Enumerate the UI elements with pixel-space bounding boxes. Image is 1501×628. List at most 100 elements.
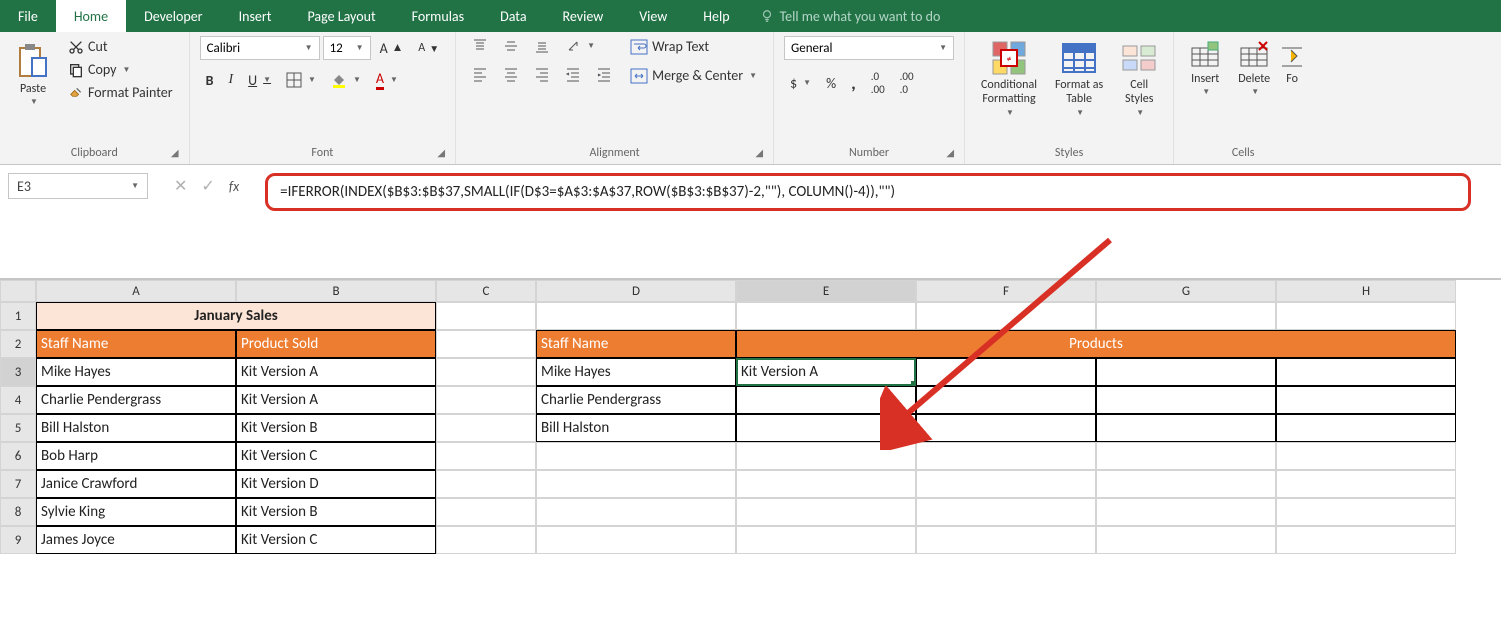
conditional-formatting-button[interactable]: ≠ Conditional Formatting▼ — [975, 36, 1043, 122]
cell-d4[interactable]: Charlie Pendergrass — [536, 386, 736, 414]
col-header-b[interactable]: B — [236, 280, 436, 302]
fx-icon[interactable]: fx — [229, 178, 239, 195]
cell-a1[interactable]: January Sales — [36, 302, 436, 330]
format-as-table-button[interactable]: Format as Table▼ — [1049, 36, 1109, 122]
row-header-7[interactable]: 7 — [0, 470, 36, 498]
cell-d5[interactable]: Bill Halston — [536, 414, 736, 442]
cell-a6[interactable]: Bob Harp — [36, 442, 236, 470]
cell-d2[interactable]: Staff Name — [536, 330, 736, 358]
align-middle-button[interactable] — [497, 36, 525, 56]
increase-decimal-button[interactable]: .0.00 — [865, 68, 891, 98]
cell-h9[interactable] — [1276, 526, 1456, 554]
cell-c2[interactable] — [436, 330, 536, 358]
cell-a8[interactable]: Sylvie King — [36, 498, 236, 526]
merge-center-button[interactable]: Merge & Center▼ — [624, 65, 763, 86]
col-header-e[interactable]: E — [736, 280, 916, 302]
cell-e5[interactable] — [736, 414, 916, 442]
format-painter-button[interactable]: Format Painter — [62, 82, 179, 103]
cell-styles-button[interactable]: Cell Styles▼ — [1115, 36, 1163, 122]
accept-formula-button[interactable]: ✓ — [201, 176, 214, 196]
cell-b7[interactable]: Kit Version D — [236, 470, 436, 498]
orientation-button[interactable]: ▼ — [559, 36, 601, 56]
cell-c3[interactable] — [436, 358, 536, 386]
cell-h3[interactable] — [1276, 358, 1456, 386]
comma-format-button[interactable]: , — [845, 70, 862, 96]
cell-f6[interactable] — [916, 442, 1096, 470]
number-launcher[interactable]: ◢ — [946, 146, 954, 159]
menu-page-layout[interactable]: Page Layout — [289, 0, 393, 32]
cell-f3[interactable] — [916, 358, 1096, 386]
copy-button[interactable]: Copy▼ — [62, 59, 179, 80]
cell-c5[interactable] — [436, 414, 536, 442]
align-bottom-button[interactable] — [528, 36, 556, 56]
cell-c9[interactable] — [436, 526, 536, 554]
italic-button[interactable]: I — [222, 70, 239, 90]
menu-file[interactable]: File — [0, 0, 56, 32]
row-header-6[interactable]: 6 — [0, 442, 36, 470]
cell-g1[interactable] — [1096, 302, 1276, 330]
decrease-decimal-button[interactable]: .00.0 — [894, 68, 920, 98]
name-box[interactable]: E3▼ — [8, 173, 148, 199]
cell-b2[interactable]: Product Sold — [236, 330, 436, 358]
percent-format-button[interactable]: % — [820, 73, 842, 94]
format-cells-button[interactable]: Fo — [1282, 36, 1302, 90]
formula-input[interactable]: =IFERROR(INDEX($B$3:$B$37,SMALL(IF(D$3=$… — [265, 173, 1471, 211]
bold-button[interactable]: B — [200, 70, 220, 91]
cell-g5[interactable] — [1096, 414, 1276, 442]
row-header-4[interactable]: 4 — [0, 386, 36, 414]
row-header-1[interactable]: 1 — [0, 302, 36, 330]
cell-g8[interactable] — [1096, 498, 1276, 526]
accounting-format-button[interactable]: $▼ — [784, 73, 817, 94]
cell-b6[interactable]: Kit Version C — [236, 442, 436, 470]
cell-d1[interactable] — [536, 302, 736, 330]
decrease-font-button[interactable]: A▼ — [412, 39, 445, 57]
cell-b5[interactable]: Kit Version B — [236, 414, 436, 442]
cell-c7[interactable] — [436, 470, 536, 498]
border-button[interactable]: ▼ — [280, 70, 322, 90]
cell-h1[interactable] — [1276, 302, 1456, 330]
menu-insert[interactable]: Insert — [221, 0, 290, 32]
select-all-corner[interactable] — [0, 280, 36, 302]
cell-h6[interactable] — [1276, 442, 1456, 470]
font-size-combo[interactable]: 12▼ — [323, 36, 371, 60]
cell-g9[interactable] — [1096, 526, 1276, 554]
alignment-launcher[interactable]: ◢ — [755, 146, 763, 159]
cell-b9[interactable]: Kit Version C — [236, 526, 436, 554]
insert-cells-button[interactable]: Insert▼ — [1184, 36, 1226, 102]
menu-formulas[interactable]: Formulas — [394, 0, 482, 32]
cell-a5[interactable]: Bill Halston — [36, 414, 236, 442]
cell-a7[interactable]: Janice Crawford — [36, 470, 236, 498]
menu-help[interactable]: Help — [685, 0, 747, 32]
cell-f5[interactable] — [916, 414, 1096, 442]
font-color-button[interactable]: A▼ — [370, 68, 404, 92]
cell-g3[interactable] — [1096, 358, 1276, 386]
row-header-5[interactable]: 5 — [0, 414, 36, 442]
cell-e1[interactable] — [736, 302, 916, 330]
cell-b3[interactable]: Kit Version A — [236, 358, 436, 386]
cell-h7[interactable] — [1276, 470, 1456, 498]
cut-button[interactable]: Cut — [62, 36, 179, 57]
cell-b8[interactable]: Kit Version B — [236, 498, 436, 526]
cell-e8[interactable] — [736, 498, 916, 526]
clipboard-launcher[interactable]: ◢ — [171, 146, 179, 159]
cell-c8[interactable] — [436, 498, 536, 526]
cell-a3[interactable]: Mike Hayes — [36, 358, 236, 386]
col-header-g[interactable]: G — [1096, 280, 1276, 302]
align-left-button[interactable] — [466, 64, 494, 84]
tell-me-search[interactable]: Tell me what you want to do — [748, 0, 941, 32]
row-header-2[interactable]: 2 — [0, 330, 36, 358]
cell-e4[interactable] — [736, 386, 916, 414]
delete-cells-button[interactable]: Delete▼ — [1232, 36, 1276, 102]
col-header-f[interactable]: F — [916, 280, 1096, 302]
cell-d9[interactable] — [536, 526, 736, 554]
row-header-9[interactable]: 9 — [0, 526, 36, 554]
cell-g7[interactable] — [1096, 470, 1276, 498]
col-header-d[interactable]: D — [536, 280, 736, 302]
cell-d8[interactable] — [536, 498, 736, 526]
decrease-indent-button[interactable] — [559, 64, 587, 84]
font-name-combo[interactable]: Calibri▼ — [200, 36, 320, 60]
increase-indent-button[interactable] — [590, 64, 618, 84]
align-center-button[interactable] — [497, 64, 525, 84]
align-right-button[interactable] — [528, 64, 556, 84]
cell-a2[interactable]: Staff Name — [36, 330, 236, 358]
